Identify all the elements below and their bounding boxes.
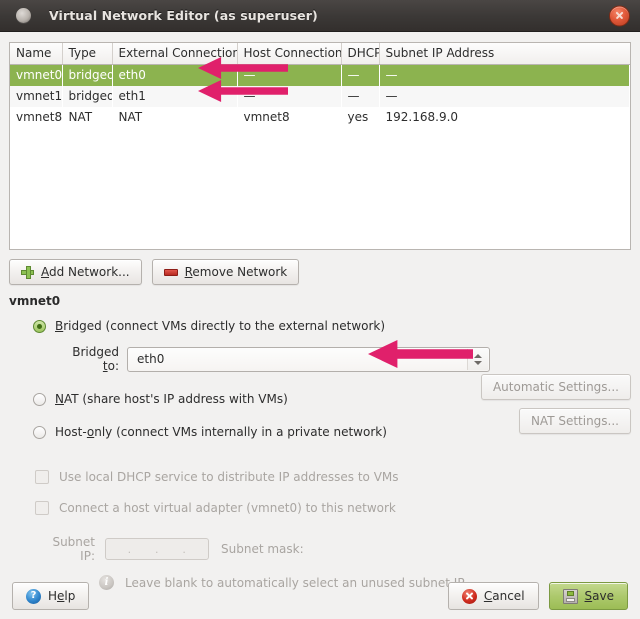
cell-subnet: — (379, 85, 630, 107)
cell-type: NAT (62, 106, 112, 128)
help-label-post: lp (64, 589, 76, 603)
remove-network-button[interactable]: Remove Network (151, 259, 300, 285)
subnet-mask-label: Subnet mask: (221, 542, 304, 556)
dialog-content: Name Type External Connection Host Conne… (0, 32, 640, 619)
nat-text: AT (share host's IP address with VMs) (63, 392, 288, 406)
subnet-ip-row: Subnet IP: . . . Subnet mask: (35, 535, 631, 563)
bridged-text: ridged (connect VMs directly to the exte… (63, 319, 386, 333)
app-circle-icon (16, 8, 31, 23)
bridged-to-value: eth0 (137, 352, 165, 366)
ip-separator: . (154, 542, 159, 556)
table-header-row: Name Type External Connection Host Conne… (10, 43, 630, 65)
table-row[interactable]: vmnet0 bridged eth0 — — — (10, 64, 630, 86)
cell-host: vmnet8 (237, 106, 341, 128)
column-header-host-connection[interactable]: Host Connection (237, 43, 342, 65)
checkbox-host-adapter-indicator (35, 501, 49, 515)
virtual-network-editor-window: Virtual Network Editor (as superuser) Na… (0, 0, 640, 619)
checkbox-connect-host-adapter: Connect a host virtual adapter (vmnet0) … (35, 501, 631, 515)
cell-name: vmnet8 (10, 106, 62, 128)
cell-dhcp: yes (341, 106, 379, 128)
cell-name: vmnet1 (10, 85, 62, 107)
column-header-type[interactable]: Type (62, 43, 113, 65)
network-table: Name Type External Connection Host Conne… (10, 43, 630, 128)
nat-mnemonic: N (55, 392, 64, 406)
host-only-text: nly (connect VMs internally in a private… (94, 425, 387, 439)
cell-dhcp: — (341, 64, 379, 86)
bridged-to-combobox[interactable]: eth0 (127, 346, 490, 372)
table-row[interactable]: vmnet1 bridged eth1 — — — (10, 85, 630, 107)
nat-settings-button[interactable]: NAT Settings... (518, 408, 631, 434)
cell-dhcp: — (341, 85, 379, 107)
cell-subnet: — (379, 64, 630, 86)
radio-host-only-indicator[interactable] (33, 425, 46, 439)
radio-bridged-label: Bridged (connect VMs directly to the ext… (55, 319, 385, 333)
plus-icon (21, 265, 34, 279)
cell-host: — (237, 85, 341, 107)
bridged-to-label-post: o: (107, 359, 119, 373)
cancel-button[interactable]: Cancel (447, 582, 539, 610)
radio-bridged-indicator[interactable] (33, 319, 46, 333)
checkbox-dhcp-indicator (35, 470, 49, 484)
save-label: ave (592, 589, 614, 603)
bridged-to-label-pre: Bridged (72, 345, 119, 359)
save-icon (562, 588, 578, 604)
subnet-ip-label: Subnet IP: (52, 535, 95, 563)
help-button[interactable]: ? Help (12, 582, 90, 610)
title-bar: Virtual Network Editor (as superuser) (0, 0, 640, 32)
network-actions-toolbar: Add Network... Remove Network (9, 259, 631, 285)
checkbox-host-adapter-label: Connect a host virtual adapter (vmnet0) … (59, 501, 396, 515)
ip-separator: . (182, 542, 187, 556)
cancel-label: ancel (492, 589, 525, 603)
ip-separator: . (127, 542, 132, 556)
cancel-mnemonic: C (483, 589, 493, 603)
cell-type: bridged (62, 85, 112, 107)
remove-network-label: emove Network (192, 265, 288, 279)
host-only-pre: Host- (55, 425, 87, 439)
cell-name: vmnet0 (10, 64, 62, 86)
save-mnemonic: S (584, 589, 593, 603)
table-row[interactable]: vmnet8 NAT NAT vmnet8 yes 192.168.9.0 (10, 106, 630, 128)
cell-type: bridged (62, 64, 112, 86)
chevron-up-icon[interactable] (474, 353, 482, 358)
add-network-button[interactable]: Add Network... (9, 259, 142, 285)
column-header-external-connection[interactable]: External Connection (112, 43, 238, 65)
bridged-to-label: Bridged to: (57, 345, 119, 373)
cell-external: eth1 (112, 85, 237, 107)
column-header-dhcp[interactable]: DHCP (341, 43, 380, 65)
save-button[interactable]: Save (548, 582, 628, 610)
combobox-spinner[interactable] (467, 348, 488, 370)
cell-external: NAT (112, 106, 237, 128)
help-label-pre: H (48, 589, 58, 603)
cell-subnet: 192.168.9.0 (379, 106, 630, 128)
selected-network-name: vmnet0 (9, 294, 61, 308)
cell-external: eth0 (112, 64, 237, 86)
window-title: Virtual Network Editor (as superuser) (49, 8, 318, 23)
radio-host-only-label: Host-only (connect VMs internally in a p… (55, 425, 387, 439)
subnet-ip-input: . . . (105, 538, 209, 560)
checkbox-use-local-dhcp: Use local DHCP service to distribute IP … (35, 470, 631, 484)
add-network-label: dd Network... (49, 265, 130, 279)
radio-option-bridged[interactable]: Bridged (connect VMs directly to the ext… (33, 319, 631, 333)
dialog-footer: ? Help Cancel Save (0, 573, 640, 619)
add-network-mnemonic: A (41, 265, 49, 279)
automatic-settings-label: Automatic Settings... (492, 380, 619, 394)
bridged-mnemonic: B (55, 319, 64, 333)
checkbox-dhcp-label: Use local DHCP service to distribute IP … (59, 470, 399, 484)
network-list-panel[interactable]: Name Type External Connection Host Conne… (9, 42, 631, 250)
cancel-icon (461, 588, 477, 604)
minus-icon (163, 268, 178, 276)
radio-nat-indicator[interactable] (33, 392, 46, 406)
automatic-settings-button[interactable]: Automatic Settings... (480, 374, 631, 400)
chevron-down-icon[interactable] (474, 360, 482, 365)
close-icon[interactable] (609, 5, 630, 26)
column-header-name[interactable]: Name (10, 43, 63, 65)
radio-nat-label: NAT (share host's IP address with VMs) (55, 392, 288, 406)
bridged-to-row: Bridged to: eth0 (57, 345, 631, 373)
help-icon: ? (26, 588, 41, 604)
cell-host: — (237, 64, 341, 86)
column-header-subnet-ip-address[interactable]: Subnet IP Address (379, 43, 630, 65)
nat-settings-label: NAT Settings... (530, 414, 619, 428)
